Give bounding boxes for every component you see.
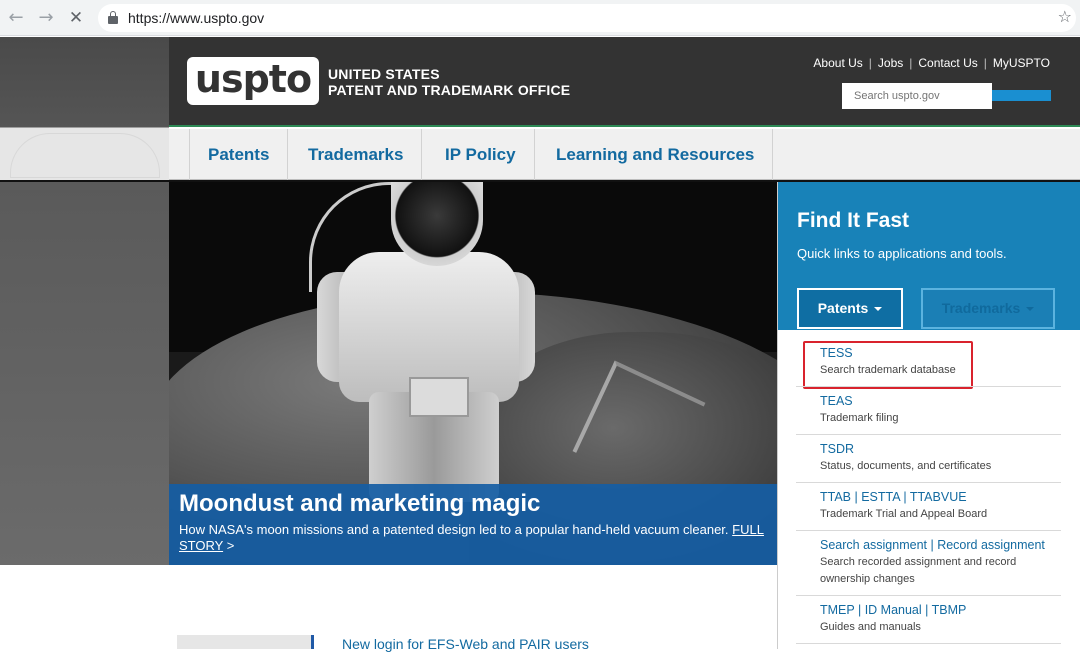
myuspto-link[interactable]: MyUSPTO — [993, 56, 1050, 70]
nav-trademarks[interactable]: Trademarks — [290, 129, 423, 180]
find-it-fast-header: Find It Fast Quick links to applications… — [778, 182, 1080, 330]
jobs-link[interactable]: Jobs — [878, 56, 903, 70]
promo-thumbnail[interactable] — [177, 635, 314, 649]
hero-title[interactable]: Moondust and marketing magic — [179, 489, 767, 519]
uspto-logo[interactable]: uspto — [187, 57, 319, 105]
quick-link-tmep[interactable]: TMEP | ID Manual | TBMP Guides and manua… — [796, 596, 1061, 644]
star-icon[interactable]: ☆ — [1058, 7, 1072, 26]
url-text[interactable]: https://www.uspto.gov — [128, 10, 264, 26]
search-button[interactable] — [992, 90, 1051, 101]
page: uspto UNITED STATES PATENT AND TRADEMARK… — [0, 37, 1080, 652]
chevron-right-icon[interactable]: > — [227, 538, 235, 553]
close-icon[interactable]: ✕ — [66, 8, 86, 28]
news-link[interactable]: New login for EFS-Web and PAIR users — [342, 636, 589, 652]
utility-links: About Us | Jobs | Contact Us | MyUSPTO — [813, 56, 1050, 70]
hero-caption: Moondust and marketing magic How NASA's … — [169, 484, 777, 565]
tab-trademarks[interactable]: Trademarks — [921, 288, 1055, 329]
arrow-left-icon[interactable]: ← — [6, 8, 26, 28]
find-it-fast-subtitle: Quick links to applications and tools. — [797, 246, 1007, 261]
find-it-fast-panel: Find It Fast Quick links to applications… — [777, 182, 1080, 649]
nav-learning-resources[interactable]: Learning and Resources — [538, 129, 774, 180]
caret-down-icon — [1026, 307, 1035, 312]
quick-link-ttab[interactable]: TTAB | ESTTA | TTABVUE Trademark Trial a… — [796, 483, 1061, 531]
quick-link-tsdr[interactable]: TSDR Status, documents, and certificates — [796, 435, 1061, 483]
quick-links-list: TESS Search trademark database TEAS Trad… — [796, 339, 1061, 644]
main-nav: Patents Trademarks IP Policy Learning an… — [169, 129, 1080, 180]
nav-patents[interactable]: Patents — [189, 129, 289, 180]
quick-link-teas[interactable]: TEAS Trademark filing — [796, 387, 1061, 435]
quick-link-assignment[interactable]: Search assignment | Record assignment Se… — [796, 531, 1061, 596]
separator: | — [909, 56, 913, 70]
org-name-line1[interactable]: UNITED STATES — [328, 66, 570, 82]
browser-toolbar: ← → ✕ https://www.uspto.gov ☆ — [0, 0, 1080, 36]
find-it-fast-title: Find It Fast — [797, 209, 909, 232]
lock-icon[interactable] — [108, 11, 118, 24]
org-name-line2[interactable]: PATENT AND TRADEMARK OFFICE — [328, 82, 570, 98]
site-search — [842, 83, 1052, 109]
caret-down-icon — [874, 307, 883, 312]
left-gutter — [0, 37, 169, 565]
address-bar[interactable]: https://www.uspto.gov ☆ — [98, 4, 1076, 32]
about-us-link[interactable]: About Us — [813, 56, 862, 70]
separator: | — [868, 56, 872, 70]
site-header: uspto UNITED STATES PATENT AND TRADEMARK… — [169, 37, 1080, 127]
hero-banner[interactable]: Moondust and marketing magic How NASA's … — [169, 182, 777, 565]
hero-text: How NASA's moon missions and a patented … — [179, 522, 764, 553]
contact-us-link[interactable]: Contact Us — [918, 56, 977, 70]
quick-link-tess[interactable]: TESS Search trademark database — [796, 339, 1061, 387]
separator: | — [983, 56, 987, 70]
tab-patents[interactable]: Patents — [797, 288, 903, 329]
org-name[interactable]: UNITED STATES PATENT AND TRADEMARK OFFIC… — [328, 66, 570, 98]
arrow-right-icon[interactable]: → — [36, 8, 56, 28]
search-input[interactable] — [842, 83, 992, 109]
nav-ip-policy[interactable]: IP Policy — [427, 129, 535, 180]
